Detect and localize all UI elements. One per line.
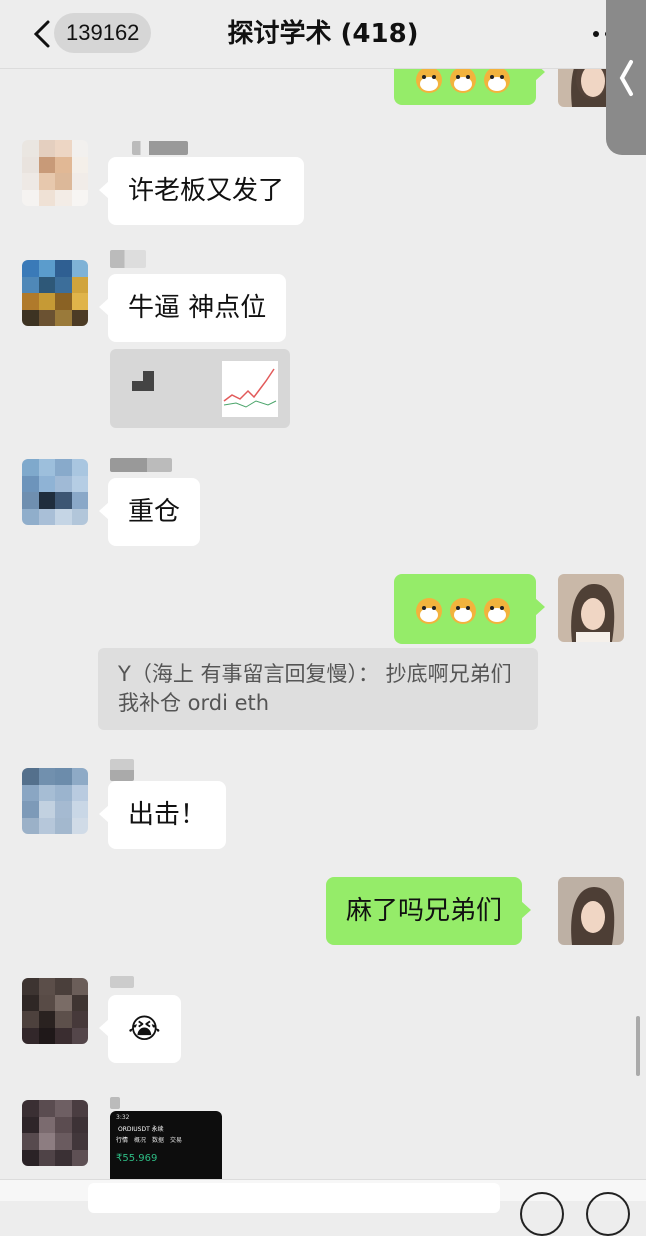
- sender-avatar[interactable]: [22, 140, 88, 206]
- chevron-left-icon: [619, 59, 633, 96]
- doge-emoji-icon: [414, 595, 444, 625]
- screenshot-pair: ORDIUSDT 永续: [118, 1126, 164, 1133]
- sender-name: [132, 141, 188, 155]
- message-bubble-self[interactable]: [394, 574, 545, 644]
- doge-emoji-icon: [448, 595, 478, 625]
- sender-name: [110, 458, 172, 472]
- doge-emoji-icon: [482, 69, 512, 94]
- sender-avatar[interactable]: [22, 978, 88, 1044]
- emoji-button[interactable]: [520, 1192, 564, 1236]
- add-button[interactable]: [586, 1192, 630, 1236]
- doge-emoji-icon: [414, 69, 444, 94]
- self-avatar[interactable]: [558, 574, 624, 642]
- quoted-message[interactable]: Y（海上 有事留言回复慢）： 抄底啊兄弟们 我补仓 ordi eth: [98, 648, 538, 730]
- scrollbar[interactable]: [636, 1016, 640, 1076]
- doge-emoji-icon: [482, 595, 512, 625]
- sender-name: [110, 759, 134, 781]
- chat-title: 探讨学术 (418): [227, 19, 419, 49]
- sender-name: [110, 1097, 120, 1109]
- image-message[interactable]: [110, 349, 290, 428]
- message-input[interactable]: [88, 1183, 500, 1213]
- message-bubble[interactable]: 牛逼 神点位: [98, 274, 287, 342]
- sender-name: [110, 250, 146, 268]
- input-bar: [0, 1179, 646, 1236]
- screenshot-price: ₹55.969: [116, 1153, 158, 1164]
- sender-avatar[interactable]: [22, 260, 88, 326]
- sender-avatar[interactable]: [22, 1100, 88, 1166]
- message-bubble[interactable]: 出击！: [98, 781, 227, 849]
- sender-name: [110, 976, 134, 988]
- chat-header: 139162 探讨学术 (418): [0, 0, 646, 69]
- screenshot-time: 3:32: [116, 1114, 130, 1121]
- message-list[interactable]: 许老板又发了 牛逼 神点位 重仓 Y（海上 有事留言回复慢）： 抄底啊兄弟们 我…: [0, 69, 646, 1179]
- screenshot-tabs: 行情 概况 数据 交易: [116, 1137, 183, 1144]
- message-bubble-self[interactable]: 麻了吗兄弟们: [326, 877, 532, 945]
- image-placeholder: [132, 371, 143, 381]
- message-bubble[interactable]: 😭: [99, 995, 181, 1063]
- doge-emoji-icon: [448, 69, 478, 94]
- chart-thumbnail: [222, 361, 278, 417]
- sender-avatar[interactable]: [22, 459, 88, 525]
- side-collapse-tab[interactable]: [606, 0, 646, 155]
- image-message[interactable]: 3:32 ORDIUSDT 永续 行情 概况 数据 交易 ₹55.969: [110, 1111, 222, 1179]
- message-bubble[interactable]: 重仓: [98, 478, 201, 546]
- sender-avatar[interactable]: [22, 768, 88, 834]
- message-bubble-self[interactable]: [394, 69, 545, 105]
- self-avatar[interactable]: [558, 877, 624, 945]
- message-bubble[interactable]: 许老板又发了: [98, 157, 305, 225]
